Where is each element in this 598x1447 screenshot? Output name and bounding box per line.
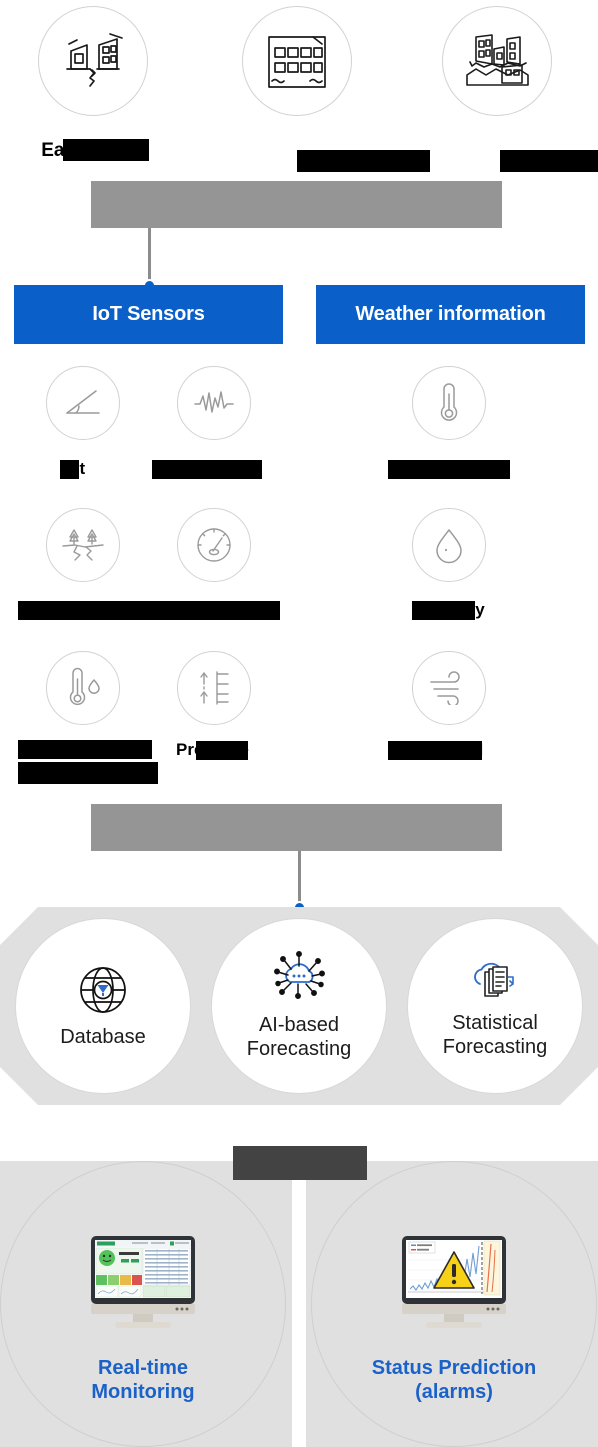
alert-chart-monitor-icon [388,1234,520,1334]
sensor-circle-pressure [177,651,251,725]
globe-database-icon [75,962,131,1018]
hazard-label-2 [230,139,430,172]
redaction-bar [196,741,248,760]
dashboard-monitor-icon [77,1234,209,1334]
top-connector-line [148,228,151,285]
redaction-bar [500,150,598,172]
hazard-circle-3 [442,6,552,116]
hazard-circle-2 [242,6,352,116]
analytics-item-database[interactable]: Database [15,918,191,1094]
analytics-label-statistical-forecasting: Statistical Forecasting [442,1012,548,1058]
ground-crack-icon [61,526,105,564]
weather-circle-temperature [412,366,486,440]
panel-corner-notch [0,907,38,945]
output-item-status-prediction[interactable]: Status Prediction (alarms) [311,1161,597,1447]
output-label-status-prediction: Status Prediction (alarms) [371,1357,537,1403]
analytics-label-ai-forecasting: AI-based Forecasting [246,1014,352,1060]
sensor-circle-temp-humidity [46,651,120,725]
mid-connector-line [298,851,301,908]
building-facade-icon [266,32,328,90]
redaction-bar [150,601,280,620]
redaction-bar [18,601,154,620]
redaction-bar [152,460,262,479]
output-panel-divider [292,1161,306,1447]
weather-information-header[interactable]: Weather information [316,285,585,344]
top-gray-bar [91,181,502,228]
redaction-bar [388,460,510,479]
output-label-realtime-monitoring: Real-time Monitoring [91,1357,195,1403]
mid-gray-bar [91,804,502,851]
weather-circle-wind [412,651,486,725]
thermometer-icon [435,382,463,424]
iot-sensors-label: IoT Sensors [92,303,205,325]
analytics-label-database: Database [60,1026,146,1049]
analytics-panel: Database AI-based Forecasting Statistica… [0,907,598,1105]
redacted-banner [233,1146,367,1180]
tilt-angle-icon [63,386,103,420]
redaction-bar [60,460,79,479]
ai-cloud-network-icon [270,950,328,1006]
collapsed-buildings-icon [462,31,532,91]
hazard-label-1: Earthquake [38,139,150,163]
redaction-bar [18,740,152,759]
sensor-label-vibration: Vibration [152,458,262,480]
weather-circle-humidity [412,508,486,582]
pressure-level-icon [195,668,233,708]
sensor-label-crack: Crack [18,599,154,621]
sensor-label-pressure: Pressure [176,739,249,761]
weather-label-wind: Wind speed [388,739,483,761]
wind-icon [428,671,470,705]
vibration-waveform-icon [193,388,235,418]
sensor-circle-tilt [46,366,120,440]
redaction-bar [388,741,482,760]
hazard-circle-1 [38,6,148,116]
gauge-meter-icon [195,526,233,564]
sensor-circle-crack [46,508,120,582]
thermometer-humidity-icon [64,667,102,709]
redaction-bar [18,762,158,784]
weather-label-temperature: Temperature [388,458,510,480]
sensor-circle-displacement [177,508,251,582]
water-drop-icon [432,526,466,564]
redaction-bar [63,139,150,161]
sensor-label-tilt: Tilt [60,458,85,480]
sensor-label-displacement: Displacement [150,599,280,621]
analytics-item-ai-forecasting[interactable]: AI-based Forecasting [211,918,387,1094]
panel-corner-notch [0,1067,38,1105]
iot-sensors-header[interactable]: IoT Sensors [14,285,283,344]
panel-corner-notch [560,1067,598,1105]
hazard-label-3 [402,139,598,172]
weather-information-label: Weather information [355,303,546,325]
earthquake-buildings-icon [57,31,129,91]
analytics-item-statistical-forecasting[interactable]: Statistical Forecasting [407,918,583,1094]
cloud-documents-icon [467,952,523,1004]
output-item-realtime-monitoring[interactable]: Real-time Monitoring [0,1161,286,1447]
architecture-diagram: Earthquake [0,0,598,1447]
weather-label-humidity: Humidity [412,599,485,621]
sensor-circle-vibration [177,366,251,440]
panel-corner-notch [560,907,598,945]
redaction-bar [412,601,475,620]
